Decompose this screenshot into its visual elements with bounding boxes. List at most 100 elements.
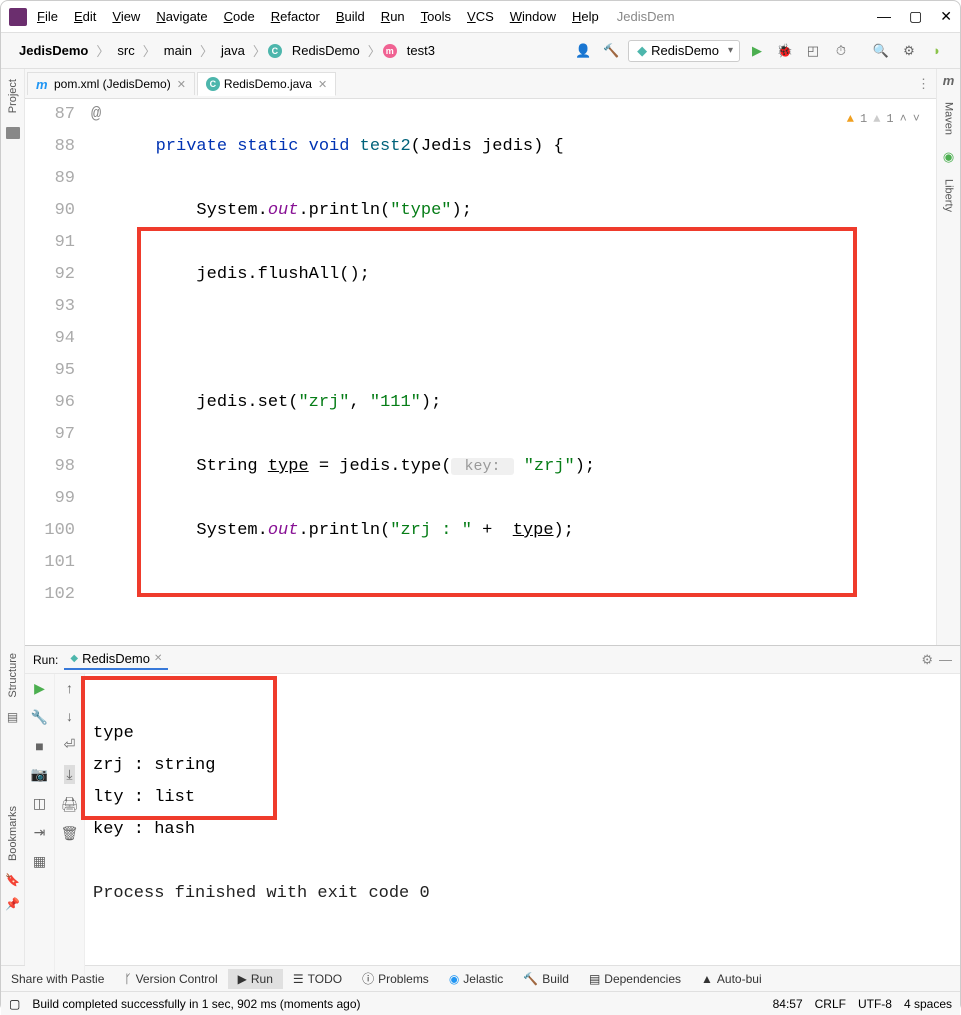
inspection-widget[interactable]: ▲1 ▲1 ˄ ˅ bbox=[847, 103, 920, 135]
user-icon[interactable]: 👤 bbox=[572, 40, 594, 62]
menu-help[interactable]: Help bbox=[566, 7, 605, 26]
tab-redisdemo[interactable]: C RedisDemo.java ✕ bbox=[197, 72, 336, 96]
liberty-icon[interactable]: ◉ bbox=[943, 149, 954, 165]
print-icon[interactable]: 🖨 bbox=[61, 796, 79, 813]
settings-icon[interactable]: ⚙ bbox=[898, 40, 920, 62]
menu-bar: File Edit View Navigate Code Refactor Bu… bbox=[1, 1, 960, 33]
run-panel-title: Run: bbox=[33, 653, 58, 667]
up-arrow-icon[interactable]: ↑ bbox=[66, 680, 73, 696]
sidebar-project[interactable]: Project bbox=[7, 75, 19, 117]
wrench-icon[interactable]: 🔧 bbox=[31, 709, 48, 726]
debug-button[interactable]: 🐞 bbox=[774, 40, 796, 62]
bc-main[interactable]: main bbox=[158, 41, 198, 60]
sidebar-bookmarks[interactable]: Bookmarks bbox=[7, 804, 19, 863]
camera-icon[interactable]: 📷 bbox=[31, 766, 48, 783]
columns-icon[interactable]: ▦ bbox=[33, 853, 46, 870]
run-tab-label: RedisDemo bbox=[82, 651, 150, 666]
hammer-icon[interactable]: 🔨 bbox=[600, 40, 622, 62]
left-tool-stripe: Project bbox=[1, 69, 25, 645]
run-tool-buttons: ▶ 🔧 ■ 📷 ◫ ⇥ ▦ bbox=[25, 674, 55, 982]
indent[interactable]: 4 spaces bbox=[904, 997, 952, 1011]
menu-file[interactable]: File bbox=[31, 7, 64, 26]
run-button[interactable]: ▶ bbox=[746, 40, 768, 62]
sidebar-liberty[interactable]: Liberty bbox=[943, 175, 955, 216]
status-bar: ▢ Build completed successfully in 1 sec,… bbox=[1, 991, 960, 1015]
bc-method[interactable]: test3 bbox=[401, 41, 441, 60]
status-message: Build completed successfully in 1 sec, 9… bbox=[32, 997, 360, 1011]
bc-project[interactable]: JedisDemo bbox=[13, 41, 94, 60]
stop-button[interactable]: ■ bbox=[35, 738, 43, 754]
maven-file-icon: m bbox=[36, 77, 50, 91]
boomerang-icon[interactable]: ◗ bbox=[926, 40, 948, 62]
menu-run[interactable]: Run bbox=[375, 7, 411, 26]
exit-icon[interactable]: ⇥ bbox=[34, 824, 46, 841]
chevron-up-icon[interactable]: ˄ bbox=[900, 103, 907, 135]
hide-button[interactable]: — bbox=[939, 652, 952, 667]
minimize-button[interactable]: — bbox=[877, 8, 891, 25]
wrap-icon[interactable]: ⏎ bbox=[64, 736, 76, 753]
rerun-button[interactable]: ▶ bbox=[34, 680, 45, 697]
code-editor[interactable]: 87888990 91929394 95969798 99100101102 @… bbox=[25, 99, 936, 645]
menu-tools[interactable]: Tools bbox=[415, 7, 457, 26]
line-separator[interactable]: CRLF bbox=[815, 997, 846, 1011]
menu-navigate[interactable]: Navigate bbox=[150, 7, 213, 26]
window-title: JedisDem bbox=[617, 9, 675, 24]
bookmark-icon: 🔖 bbox=[5, 873, 20, 887]
breadcrumb: JedisDemo〉 src〉 main〉 java〉 C RedisDemo〉… bbox=[13, 41, 566, 60]
code-content[interactable]: private static void test2(Jedis jedis) {… bbox=[125, 99, 936, 645]
menu-build[interactable]: Build bbox=[330, 7, 371, 26]
menu-edit[interactable]: Edit bbox=[68, 7, 102, 26]
menu-vcs[interactable]: VCS bbox=[461, 7, 500, 26]
method-icon: m bbox=[383, 44, 397, 58]
tab-pom[interactable]: m pom.xml (JedisDemo) ✕ bbox=[27, 72, 195, 95]
gear-icon[interactable]: ⚙ bbox=[921, 652, 933, 668]
sidebar-structure[interactable]: Structure bbox=[7, 651, 19, 700]
close-button[interactable]: ✕ bbox=[940, 8, 952, 25]
java-class-icon: C bbox=[206, 77, 220, 91]
maximize-button[interactable]: ▢ bbox=[909, 8, 922, 25]
run-tab[interactable]: ◆ RedisDemo ✕ bbox=[64, 649, 168, 670]
left-tool-stripe-lower: Structure ▤ Bookmarks 🔖 📌 bbox=[1, 645, 25, 965]
bc-class[interactable]: RedisDemo bbox=[286, 41, 366, 60]
weak-warning-icon: ▲ bbox=[873, 103, 880, 135]
menu-refactor[interactable]: Refactor bbox=[265, 7, 326, 26]
gutter-line-numbers: 87888990 91929394 95969798 99100101102 bbox=[25, 99, 85, 645]
menu-window[interactable]: Window bbox=[504, 7, 562, 26]
right-tool-stripe: m Maven ◉ Liberty bbox=[936, 69, 960, 645]
profile-button[interactable]: ⏱ bbox=[830, 40, 852, 62]
clear-icon[interactable]: 🗑 bbox=[61, 825, 79, 842]
app-icon bbox=[9, 8, 27, 26]
chevron-down-icon[interactable]: ˅ bbox=[913, 103, 920, 135]
console-output[interactable]: type zrj : string lty : list key : hash … bbox=[85, 674, 960, 982]
close-icon[interactable]: ✕ bbox=[318, 78, 327, 91]
maven-icon[interactable]: m bbox=[943, 73, 955, 88]
scroll-to-end-icon[interactable]: ⤓ bbox=[64, 765, 74, 784]
sidebar-maven[interactable]: Maven bbox=[943, 98, 955, 139]
tab-redisdemo-label: RedisDemo.java bbox=[224, 77, 312, 91]
close-icon[interactable]: ✕ bbox=[154, 653, 162, 664]
bc-java[interactable]: java bbox=[215, 41, 251, 60]
toggle-tool-windows-icon[interactable]: ▢ bbox=[9, 997, 20, 1011]
down-arrow-icon[interactable]: ↓ bbox=[66, 708, 73, 724]
pin-icon[interactable]: 📌 bbox=[5, 897, 20, 911]
nav-toolbar: JedisDemo〉 src〉 main〉 java〉 C RedisDemo〉… bbox=[1, 33, 960, 69]
class-icon: C bbox=[268, 44, 282, 58]
structure-icon: ▤ bbox=[7, 710, 18, 724]
editor-tabs: m pom.xml (JedisDemo) ✕ C RedisDemo.java… bbox=[25, 69, 936, 99]
bc-src[interactable]: src bbox=[111, 41, 140, 60]
search-icon[interactable]: 🔍 bbox=[870, 40, 892, 62]
run-panel: Run: ◆ RedisDemo ✕ ⚙ — ▶ 🔧 ■ 📷 ◫ ⇥ bbox=[25, 645, 960, 965]
warning-icon: ▲ bbox=[847, 103, 854, 135]
layout-icon[interactable]: ◫ bbox=[33, 795, 46, 812]
run-config-dropdown[interactable]: ◆ RedisDemo bbox=[628, 40, 740, 62]
console-tool-buttons: ↑ ↓ ⏎ ⤓ 🖨 🗑 bbox=[55, 674, 85, 982]
coverage-button[interactable]: ◰ bbox=[802, 40, 824, 62]
run-config-name: RedisDemo bbox=[651, 43, 719, 58]
gutter-icons: @ bbox=[85, 99, 125, 645]
close-icon[interactable]: ✕ bbox=[177, 78, 186, 91]
tabs-overflow-icon[interactable]: ⋮ bbox=[917, 76, 930, 92]
menu-code[interactable]: Code bbox=[218, 7, 261, 26]
encoding[interactable]: UTF-8 bbox=[858, 997, 892, 1011]
caret-position[interactable]: 84:57 bbox=[773, 997, 803, 1011]
menu-view[interactable]: View bbox=[106, 7, 146, 26]
